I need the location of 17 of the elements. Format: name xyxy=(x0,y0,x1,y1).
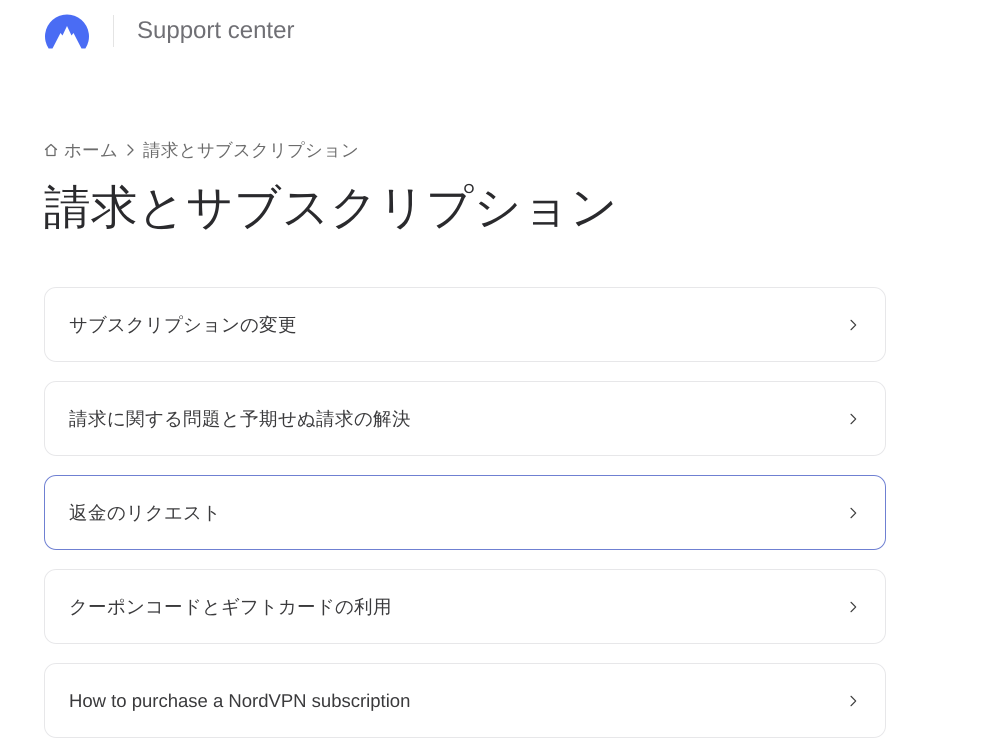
breadcrumb-home-link[interactable]: ホーム xyxy=(44,138,118,162)
chevron-right-icon xyxy=(127,144,134,156)
topic-link[interactable]: クーポンコードとギフトカードの利用 xyxy=(44,569,886,644)
mountain-logo-icon[interactable] xyxy=(44,14,90,48)
chevron-right-icon xyxy=(850,412,857,424)
home-icon xyxy=(44,143,58,157)
site-title: Support center xyxy=(137,17,294,45)
topic-link[interactable]: 請求に関する問題と予期せぬ請求の解決 xyxy=(44,381,886,456)
chevron-right-icon xyxy=(850,600,857,612)
chevron-right-icon xyxy=(850,318,857,330)
topic-link[interactable]: サブスクリプションの変更 xyxy=(44,287,886,362)
page-heading: 請求とサブスクリプション xyxy=(44,180,618,235)
topic-link[interactable]: How to purchase a NordVPN subscription xyxy=(44,663,886,738)
breadcrumb-current: 請求とサブスクリプション xyxy=(143,139,359,162)
chevron-right-icon xyxy=(850,694,857,706)
chevron-right-icon xyxy=(850,506,857,518)
topic-link[interactable]: 返金のリクエスト xyxy=(44,475,886,550)
